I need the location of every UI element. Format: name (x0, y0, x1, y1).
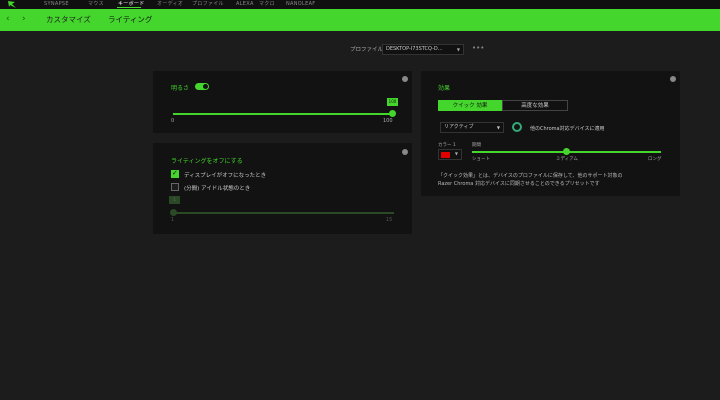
color-picker[interactable]: ▼ (438, 149, 462, 160)
apply-chroma-label[interactable]: 他のChroma対応デバイスに適用 (530, 125, 604, 132)
brightness-panel: 明るさ 100 0 100 (153, 71, 412, 133)
caret-down-icon: ▼ (454, 151, 458, 156)
nav-item-macro[interactable]: マクロ (259, 0, 275, 9)
sub-nav-bar: ‹ › カスタマイズ ライティング (0, 9, 720, 31)
brightness-toggle[interactable] (195, 83, 209, 90)
more-options-icon[interactable]: ••• (472, 44, 484, 52)
lighting-off-panel: ライティングをオフにする ディスプレイがオフになったとき (分間) アイドル状態… (153, 143, 412, 234)
panel-info-icon[interactable] (402, 76, 408, 82)
nav-item-alexa[interactable]: ALEXA (236, 0, 254, 9)
quick-effects-description: 「クイック効果」とは、デバイスのプロファイルに保存して、他のサポート対象の Ra… (438, 173, 623, 187)
duration-slider-thumb[interactable] (563, 148, 570, 155)
color-label: カラー 1 (438, 143, 456, 148)
duration-medium-label: ミディアム (556, 157, 578, 162)
tab-customize[interactable]: カスタマイズ (46, 14, 91, 25)
profile-label: プロファイル (350, 47, 384, 53)
profile-dropdown[interactable]: DESKTOP-I73STCQ-D... ▼ (382, 44, 464, 55)
caret-down-icon: ▼ (496, 125, 500, 130)
nav-item-mouse[interactable]: マウス (88, 0, 104, 9)
brightness-max-label: 100 (383, 118, 393, 124)
brightness-slider-thumb[interactable] (388, 110, 396, 117)
brightness-value-tooltip: 100 (387, 98, 398, 106)
duration-short-label: ショート (472, 157, 490, 162)
duration-label: 期間 (472, 143, 481, 148)
panel-info-icon[interactable] (402, 149, 408, 155)
top-nav-bar: SYNAPSE マウス キーボード オーディオ プロファイル ALEXA マクロ… (0, 0, 720, 9)
duration-long-label: ロング (648, 157, 662, 162)
tab-lighting[interactable]: ライティング (108, 14, 152, 25)
caret-down-icon: ▼ (456, 47, 460, 52)
tab-advanced-effects[interactable]: 高度な効果 (502, 100, 568, 111)
idle-checkbox[interactable] (171, 183, 179, 191)
nav-item-audio[interactable]: オーディオ (157, 0, 183, 9)
display-off-label: ディスプレイがオフになったとき (184, 173, 267, 179)
brightness-title: 明るさ (171, 85, 190, 92)
tab-quick-effects[interactable]: クイック 効果 (438, 100, 502, 111)
effect-dropdown[interactable]: リアクティブ ▼ (440, 122, 504, 133)
idle-min-label: 1 (171, 217, 175, 223)
toggle-knob (203, 84, 208, 89)
profile-dropdown-value: DESKTOP-I73STCQ-D... (386, 46, 443, 52)
razer-logo-icon[interactable] (6, 0, 18, 9)
display-off-checkbox[interactable] (171, 169, 179, 178)
panel-info-icon[interactable] (670, 76, 676, 82)
lighting-off-title: ライティングをオフにする (171, 158, 243, 165)
color-swatch (441, 152, 450, 158)
chroma-sync-icon[interactable] (512, 122, 522, 132)
effects-title: 効果 (438, 85, 451, 92)
chevron-right-icon[interactable]: › (22, 14, 26, 24)
nav-item-profile[interactable]: プロファイル (192, 0, 224, 9)
chevron-left-icon[interactable]: ‹ (6, 14, 10, 24)
idle-value-tooltip: 1 (169, 196, 180, 204)
nav-item-synapse[interactable]: SYNAPSE (44, 0, 69, 9)
idle-slider-thumb (170, 209, 177, 216)
nav-item-nanoleaf[interactable]: NANOLEAF (286, 0, 315, 9)
idle-max-label: 15 (386, 217, 393, 223)
effect-dropdown-value: リアクティブ (444, 124, 474, 130)
idle-slider-track (173, 212, 394, 214)
nav-active-indicator (117, 7, 141, 8)
brightness-slider-track[interactable] (173, 113, 392, 115)
brightness-min-label: 0 (171, 118, 175, 124)
idle-label: (分間) アイドル状態のとき (184, 186, 251, 192)
